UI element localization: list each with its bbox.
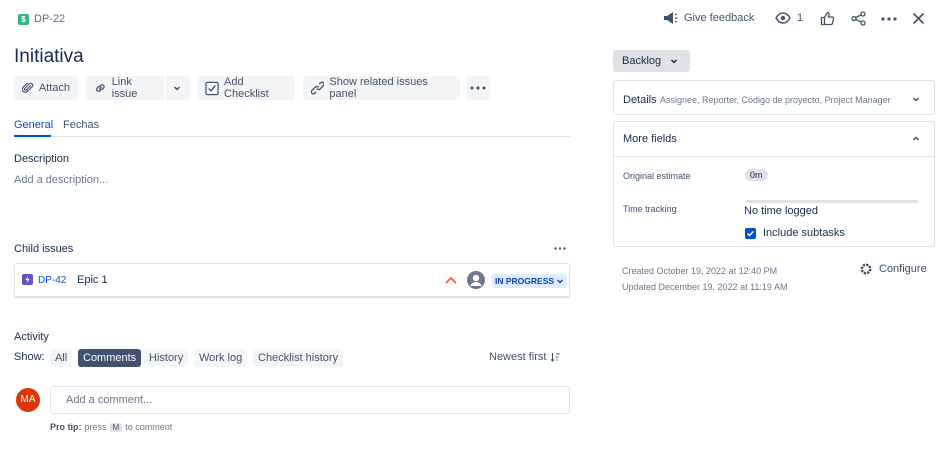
- show-related-issues-button[interactable]: Show related issues panel: [303, 76, 460, 100]
- filter-work-log[interactable]: Work log: [194, 349, 248, 367]
- paperclip-icon: [22, 82, 34, 93]
- megaphone-icon: [664, 12, 678, 24]
- vote-button[interactable]: [820, 11, 835, 26]
- assignee-avatar[interactable]: [466, 270, 486, 290]
- configure-button[interactable]: Configure: [859, 262, 927, 276]
- issue-title[interactable]: Initiativa: [14, 46, 84, 68]
- chevron-down-icon: [671, 59, 678, 64]
- more-fields-header[interactable]: More fields: [614, 122, 934, 157]
- link-icon: [96, 84, 105, 92]
- original-estimate-label: Original estimate: [623, 171, 691, 181]
- watch-button[interactable]: 1: [775, 11, 803, 25]
- story-icon: $: [18, 13, 29, 25]
- tab-fechas[interactable]: Fechas: [63, 119, 99, 131]
- updated-date: Updated December 19, 2022 at 11:19 AM: [622, 282, 788, 292]
- link-issue-button[interactable]: Link issue: [86, 76, 164, 100]
- filter-all[interactable]: All: [50, 349, 73, 367]
- child-issues-more-button[interactable]: [554, 247, 566, 250]
- details-label: Details: [623, 94, 657, 106]
- more-fields-panel: More fields Original estimate 0m Time tr…: [613, 121, 935, 247]
- show-related-label: Show related issues panel: [329, 76, 428, 100]
- more-fields-label: More fields: [623, 133, 677, 145]
- child-issue-row[interactable]: DP-42 Epic 1 IN PROGRESS: [14, 263, 570, 297]
- configure-label: Configure: [879, 263, 927, 275]
- pro-tip-press: press: [84, 422, 107, 432]
- attach-label: Attach: [38, 82, 70, 94]
- epic-icon: [22, 274, 33, 285]
- gear-icon: [860, 263, 872, 275]
- comment-input[interactable]: Add a comment...: [50, 386, 570, 414]
- include-subtasks-checkbox[interactable]: Include subtasks: [745, 227, 845, 239]
- thumbs-up-icon: [820, 11, 835, 26]
- tab-active-indicator: [14, 135, 51, 137]
- created-date: Created October 19, 2022 at 12:40 PM: [622, 266, 778, 276]
- status-dropdown[interactable]: Backlog: [613, 50, 690, 72]
- pro-tip-key: M: [109, 422, 123, 432]
- more-icon: [881, 17, 897, 21]
- share-icon: [851, 11, 866, 26]
- include-subtasks-label: Include subtasks: [763, 227, 845, 239]
- give-feedback-button[interactable]: Give feedback: [662, 11, 754, 25]
- time-tracking-bar[interactable]: [745, 200, 918, 203]
- checklist-icon: [205, 81, 219, 95]
- avatar: MA: [16, 388, 40, 412]
- status-dropdown-label: Backlog: [622, 55, 662, 67]
- link-icon: [311, 81, 325, 95]
- close-button[interactable]: [912, 12, 925, 25]
- filter-checklist-history[interactable]: Checklist history: [253, 349, 344, 367]
- activity-heading: Activity: [14, 331, 49, 343]
- pro-tip-suffix: to comment: [125, 422, 173, 432]
- chevron-down-icon: [173, 86, 181, 91]
- add-checklist-label: Add Checklist: [224, 76, 269, 100]
- checkbox-checked-icon: [745, 227, 756, 239]
- tab-divider: [14, 136, 570, 137]
- breadcrumb[interactable]: $ DP-22: [18, 13, 65, 25]
- pro-tip: Pro tip: press M to comment: [50, 422, 172, 432]
- more-icon: [470, 86, 486, 90]
- show-label: Show:: [14, 351, 45, 363]
- timestamps: Created October 19, 2022 at 12:40 PM Upd…: [622, 263, 787, 295]
- details-summary: Assignee, Reporter, Código de proyecto, …: [659, 95, 891, 105]
- close-icon: [912, 12, 925, 25]
- attach-button[interactable]: Attach: [14, 76, 78, 100]
- filter-history[interactable]: History: [144, 349, 189, 367]
- child-issue-summary[interactable]: Epic 1: [77, 274, 108, 286]
- child-issue-key[interactable]: DP-42: [38, 275, 66, 286]
- link-issue-label: Link issue: [111, 76, 138, 100]
- chevron-down-icon: [557, 279, 564, 284]
- status-lozenge[interactable]: IN PROGRESS: [492, 274, 568, 288]
- sort-label: Newest first: [489, 351, 547, 363]
- toolbar-more-button[interactable]: [466, 76, 490, 100]
- user-icon: [467, 271, 485, 289]
- sort-icon: [551, 353, 560, 362]
- link-issue-dropdown[interactable]: [166, 76, 190, 100]
- time-tracking-label: Time tracking: [623, 204, 677, 214]
- eye-icon: [775, 12, 791, 24]
- filter-comments[interactable]: Comments: [78, 349, 142, 367]
- details-header[interactable]: Details Assignee, Reporter, Código de pr…: [623, 92, 891, 106]
- watch-count: 1: [797, 12, 804, 24]
- pro-tip-prefix: Pro tip:: [50, 422, 82, 432]
- chevron-down-icon: [911, 94, 921, 104]
- description-field[interactable]: Add a description...: [14, 174, 570, 194]
- details-panel[interactable]: Details Assignee, Reporter, Código de pr…: [613, 80, 935, 115]
- time-tracking-value: No time logged: [744, 205, 818, 217]
- share-button[interactable]: [851, 11, 866, 26]
- more-icon: [554, 247, 566, 250]
- status-label: IN PROGRESS: [495, 276, 555, 286]
- sort-button[interactable]: Newest first: [489, 351, 560, 363]
- add-checklist-button[interactable]: Add Checklist: [197, 76, 295, 100]
- more-actions-button[interactable]: [881, 17, 897, 21]
- tab-general[interactable]: General: [14, 119, 53, 131]
- priority-high-icon: [445, 276, 457, 284]
- description-heading: Description: [14, 153, 70, 165]
- issue-key[interactable]: DP-22: [34, 13, 65, 25]
- chevron-up-icon: [911, 134, 921, 144]
- original-estimate-value[interactable]: 0m: [745, 169, 768, 181]
- child-issues-heading: Child issues: [14, 243, 74, 255]
- give-feedback-label: Give feedback: [684, 12, 755, 24]
